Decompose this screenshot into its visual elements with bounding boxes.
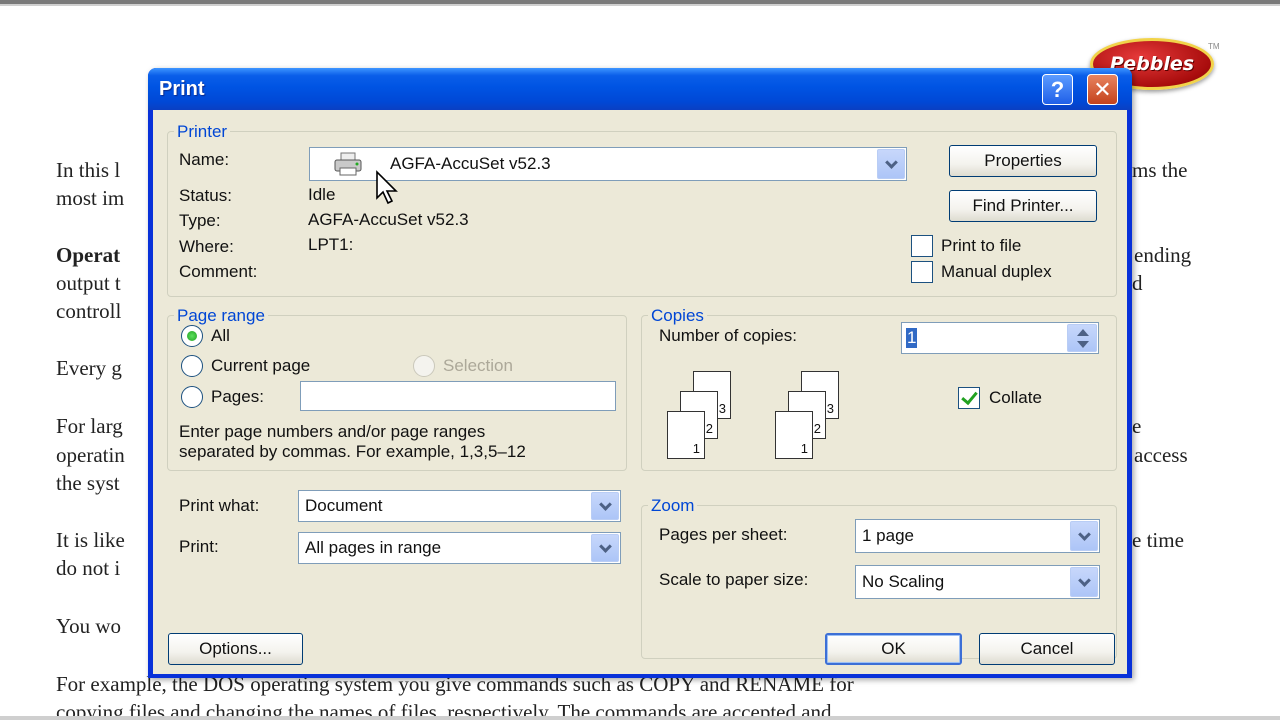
print-what-dropdown-arrow[interactable] (591, 492, 619, 520)
doc-fragment: d (1132, 271, 1143, 295)
doc-fragment: ms the (1132, 158, 1188, 182)
mouse-cursor-icon (376, 170, 398, 205)
printer-dropdown-arrow[interactable] (877, 149, 905, 179)
printer-icon (334, 152, 362, 176)
print-what-value: Document (305, 496, 383, 515)
pages-label[interactable]: Pages: (211, 387, 264, 407)
copies-value: 1 (906, 328, 918, 348)
scale-to-paper-size-value: No Scaling (862, 572, 945, 591)
bottom-border (0, 716, 1280, 720)
doc-fragment: e time (1132, 528, 1184, 552)
print-what-select[interactable]: Document (298, 490, 621, 522)
doc-fragment: e (1132, 414, 1142, 438)
type-label: Type: (179, 211, 221, 230)
trademark-mark: TM (1208, 42, 1220, 51)
copies-spin-buttons[interactable] (1067, 324, 1097, 352)
dialog-title: Print (159, 78, 205, 100)
dialog-titlebar[interactable]: Print ? ✕ (148, 68, 1132, 110)
page-range-hint-line1: Enter page numbers and/or page ranges (179, 422, 486, 441)
printer-name-value: AGFA-AccuSet v52.3 (390, 154, 551, 173)
all-label[interactable]: All (211, 326, 230, 346)
scale-dropdown-arrow[interactable] (1070, 567, 1098, 597)
chevron-down-icon (1077, 527, 1091, 541)
pages-per-sheet-label: Pages per sheet: (659, 525, 788, 544)
chevron-down-icon (598, 497, 612, 511)
print-select[interactable]: All pages in range (298, 532, 621, 564)
chevron-down-icon (1077, 573, 1091, 587)
properties-button[interactable]: Properties (949, 145, 1097, 177)
close-x-icon: ✕ (1093, 76, 1112, 102)
selection-label[interactable]: Selection (443, 356, 513, 376)
print-to-file-label[interactable]: Print to file (941, 236, 1021, 256)
question-mark-icon: ? (1050, 76, 1065, 102)
pages-radio[interactable] (181, 386, 203, 408)
number-of-copies-spinner[interactable]: 1 (901, 322, 1099, 354)
cancel-button[interactable]: Cancel (979, 633, 1115, 665)
copy-page-1: 1 (775, 411, 813, 459)
options-button[interactable]: Options... (168, 633, 303, 665)
where-value: LPT1: (308, 235, 354, 254)
printer-group-label: Printer (174, 122, 231, 142)
print-to-file-checkbox[interactable] (911, 235, 933, 257)
dialog-body: Printer Name: AGFA-AccuSet v52.3 Status:… (153, 110, 1127, 674)
collate-label[interactable]: Collate (989, 388, 1042, 408)
manual-duplex-label[interactable]: Manual duplex (941, 262, 1052, 282)
collate-checkbox[interactable] (958, 387, 980, 409)
all-radio[interactable] (181, 325, 203, 347)
doc-fragment: access (1134, 443, 1188, 467)
help-button[interactable]: ? (1042, 74, 1073, 105)
where-label: Where: (179, 237, 234, 256)
current-page-label[interactable]: Current page (211, 356, 310, 376)
print-label: Print: (179, 537, 219, 556)
print-what-label: Print what: (179, 496, 260, 515)
scale-to-paper-size-select[interactable]: No Scaling (855, 565, 1100, 599)
status-label: Status: (179, 186, 232, 205)
current-page-radio[interactable] (181, 355, 203, 377)
page-range-group-label: Page range (174, 306, 268, 326)
ok-button[interactable]: OK (825, 633, 962, 665)
copy-page-1: 1 (667, 411, 705, 459)
pages-per-sheet-select[interactable]: 1 page (855, 519, 1100, 553)
print-value: All pages in range (305, 538, 442, 557)
print-dropdown-arrow[interactable] (591, 534, 619, 562)
zoom-group-label: Zoom (648, 496, 698, 516)
comment-label: Comment: (179, 262, 258, 281)
pages-per-sheet-dropdown-arrow[interactable] (1070, 521, 1098, 551)
name-label: Name: (179, 150, 230, 169)
type-value: AGFA-AccuSet v52.3 (308, 210, 469, 229)
selection-radio[interactable] (413, 355, 435, 377)
page-range-hint-line2: separated by commas. For example, 1,3,5–… (179, 442, 526, 461)
copies-group-label: Copies (648, 306, 707, 326)
spin-up-icon[interactable] (1077, 329, 1089, 336)
close-button[interactable]: ✕ (1087, 74, 1118, 105)
scale-to-paper-size-label: Scale to paper size: (659, 570, 809, 589)
top-border-shadow (0, 4, 1280, 6)
manual-duplex-checkbox[interactable] (911, 261, 933, 283)
pages-input[interactable] (300, 381, 616, 411)
doc-fragment: ending (1134, 243, 1192, 267)
print-dialog: Print ? ✕ Printer Name: AGFA-AccuSet v52… (148, 68, 1132, 678)
number-of-copies-label: Number of copies: (659, 326, 797, 345)
find-printer-button[interactable]: Find Printer... (949, 190, 1097, 222)
chevron-down-icon (598, 539, 612, 553)
pages-per-sheet-value: 1 page (862, 526, 914, 545)
status-value: Idle (308, 185, 336, 204)
spin-down-icon[interactable] (1077, 341, 1089, 348)
chevron-down-icon (884, 155, 898, 169)
